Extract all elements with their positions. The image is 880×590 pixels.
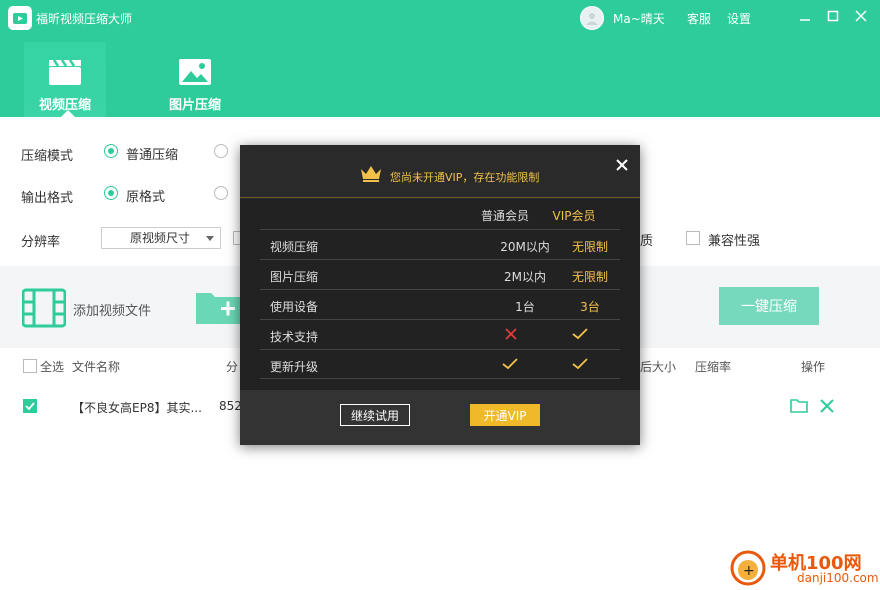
resolution-header: 分 (226, 360, 239, 374)
customer-service-link[interactable]: 客服 (687, 10, 711, 27)
radio-mode-option-2[interactable] (214, 144, 228, 158)
compress-mode-label: 压缩模式 (21, 149, 74, 164)
add-folder-icon[interactable] (195, 289, 243, 325)
open-vip-button[interactable]: 开通VIP (470, 404, 540, 426)
compare-row: 技术支持 (260, 319, 620, 349)
radio-normal-compress[interactable] (104, 144, 118, 158)
radio-format-option-2[interactable] (214, 186, 228, 200)
svg-text:+: + (743, 563, 755, 579)
dialog-close-icon[interactable] (616, 159, 628, 171)
row-file-name: 【不良女高EP8】其实... (72, 401, 202, 415)
crown-icon (360, 165, 382, 183)
vip-dialog: 您尚未开通VIP，存在功能限制 普通会员 VIP会员 视频压缩 20M以内 无限… (240, 145, 640, 445)
tab-video-compress[interactable]: 视频压缩 (24, 42, 106, 117)
tab-label: 图片压缩 (168, 98, 221, 113)
feature-label: 更新升级 (270, 360, 319, 374)
username[interactable]: Ma~晴天 (613, 10, 665, 27)
check-icon (572, 328, 588, 340)
col-vip-member: VIP会员 (552, 209, 596, 223)
vip-value: 无限制 (571, 270, 608, 284)
maximize-icon[interactable] (825, 8, 841, 24)
close-icon[interactable] (853, 8, 869, 24)
vip-value: 无限制 (571, 240, 608, 254)
compat-checkbox[interactable] (686, 231, 700, 245)
file-name-header: 文件名称 (72, 360, 121, 374)
check-icon (502, 358, 518, 370)
settings-link[interactable]: 设置 (727, 10, 751, 27)
row-size: 852 (219, 399, 242, 413)
check-icon (572, 358, 588, 370)
image-icon (178, 58, 212, 86)
normal-value: 2M以内 (504, 270, 546, 284)
dialog-header: 您尚未开通VIP，存在功能限制 (240, 145, 640, 198)
compare-row: 图片压缩 2M以内 无限制 (260, 259, 620, 289)
chevron-down-icon (206, 236, 214, 241)
avatar[interactable] (580, 6, 604, 30)
tab-image-compress[interactable]: 图片压缩 (154, 42, 236, 117)
one-click-compress-button[interactable]: 一键压缩 (719, 287, 819, 325)
normal-value: 20M以内 (500, 240, 550, 254)
compare-row: 更新升级 (260, 349, 620, 379)
clapperboard-icon (48, 58, 82, 86)
continue-trial-button[interactable]: 继续试用 (340, 404, 410, 426)
select-all-label: 全选 (40, 360, 65, 374)
col-normal-member: 普通会员 (480, 209, 529, 223)
size-after-header: 后大小 (640, 360, 677, 374)
output-format-label: 输出格式 (21, 191, 74, 206)
feature-label: 图片压缩 (270, 270, 319, 284)
action-header: 操作 (801, 360, 826, 374)
select-all-checkbox[interactable] (23, 359, 37, 373)
ratio-header: 压缩率 (695, 360, 732, 374)
add-video-label[interactable]: 添加视频文件 (73, 300, 151, 319)
normal-value: 1台 (515, 300, 535, 314)
feature-label: 技术支持 (270, 330, 319, 344)
radio-original-format-label: 原格式 (126, 190, 166, 205)
vip-value: 3台 (580, 300, 600, 314)
feature-label: 使用设备 (270, 300, 319, 314)
cross-icon (505, 328, 517, 340)
radio-original-format[interactable] (104, 186, 118, 200)
app-title: 福昕视频压缩大师 (36, 12, 133, 26)
title-bar: 福昕视频压缩大师 Ma~晴天 客服 设置 视频压缩 图片压缩 (0, 0, 880, 117)
dialog-footer (240, 390, 640, 445)
compare-row: 视频压缩 20M以内 无限制 (260, 229, 620, 259)
row-checkbox[interactable] (23, 399, 37, 413)
compare-row: 使用设备 1台 3台 (260, 289, 620, 319)
dialog-title: 您尚未开通VIP，存在功能限制 (390, 171, 540, 184)
quality-option-label: 质 (640, 234, 654, 249)
tab-indicator (61, 110, 75, 117)
app-logo-icon (8, 6, 32, 30)
minimize-icon[interactable] (797, 8, 813, 24)
resolution-select-value: 原视频尺寸 (130, 231, 191, 245)
resolution-select[interactable]: 原视频尺寸 (101, 227, 221, 249)
compat-label: 兼容性强 (708, 234, 761, 249)
film-icon[interactable] (21, 288, 67, 328)
folder-icon[interactable] (790, 397, 808, 415)
delete-icon[interactable] (818, 397, 836, 415)
radio-normal-compress-label: 普通压缩 (126, 148, 179, 163)
watermark-url: danji100.com (797, 571, 879, 585)
feature-label: 视频压缩 (270, 240, 319, 254)
resolution-label: 分辨率 (21, 235, 61, 250)
